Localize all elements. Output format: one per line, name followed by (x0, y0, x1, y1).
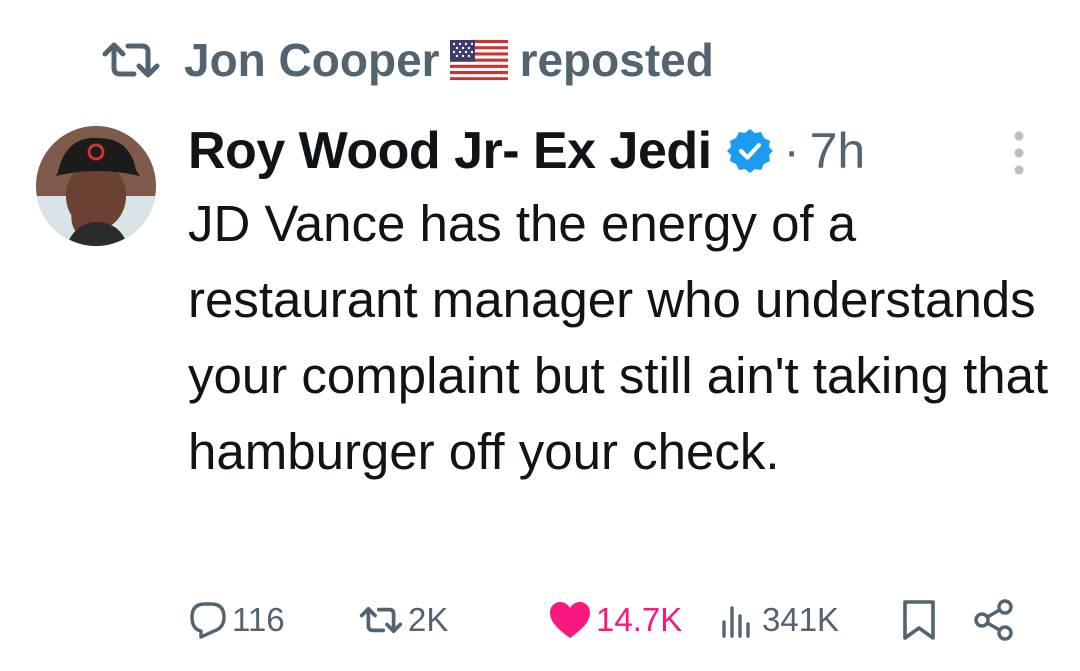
view-count: 341K (762, 601, 840, 638)
timestamp[interactable]: 7h (810, 122, 866, 180)
reposter-name[interactable]: Jon Cooper (184, 33, 440, 87)
us-flag-icon (449, 40, 508, 80)
repost-count: 2K (408, 601, 449, 638)
like-button[interactable]: 14.7K (548, 592, 682, 648)
repost-button[interactable]: 2K (358, 592, 448, 648)
tweet-header: Roy Wood Jr- Ex Jedi · 7h (188, 116, 865, 186)
header-separator: · (783, 124, 800, 178)
avatar[interactable] (36, 126, 156, 246)
repost-banner: Jon Cooper reposted (100, 30, 714, 90)
author-name[interactable]: Roy Wood Jr- Ex Jedi (188, 121, 712, 181)
repost-icon (359, 607, 403, 633)
more-options-icon[interactable] (1004, 128, 1034, 178)
reply-button[interactable]: 116 (188, 592, 285, 648)
verified-badge-icon[interactable] (726, 127, 774, 175)
heart-icon (550, 602, 590, 638)
action-bar: 116 2K 14.7K 341K (188, 592, 1068, 648)
like-count: 14.7K (596, 601, 683, 638)
reply-count: 116 (232, 601, 285, 638)
views-button[interactable]: 341K (718, 592, 839, 648)
avatar-image (36, 126, 156, 246)
bookmark-button[interactable] (900, 592, 942, 648)
repost-icon (102, 42, 160, 78)
share-button[interactable] (972, 592, 1020, 648)
repost-label: reposted (519, 34, 714, 86)
views-chart-icon (722, 606, 750, 638)
reply-icon (190, 602, 226, 639)
tweet-text: JD Vance has the energy of a restaurant … (188, 195, 1049, 480)
bookmark-icon (903, 600, 935, 640)
share-icon (974, 599, 1013, 641)
